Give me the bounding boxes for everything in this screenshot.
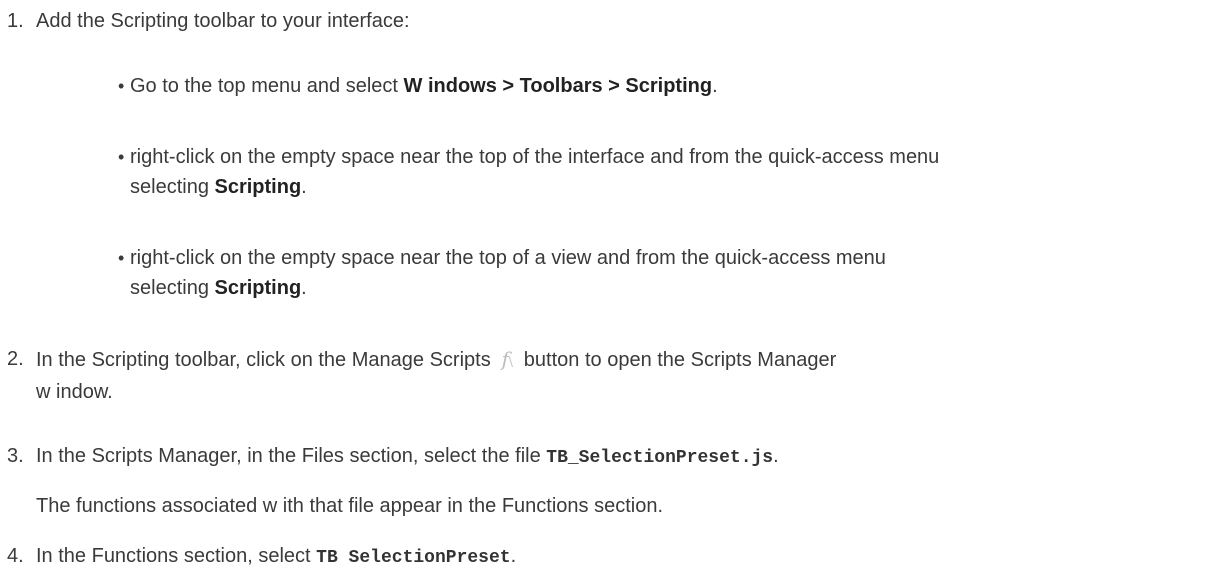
- step-number: 4.: [7, 545, 24, 567]
- menu-item-scripting: Scripting: [214, 176, 302, 198]
- bullet-text: right-click on the empty space near the …: [130, 247, 886, 299]
- step-text: In the Scripting toolbar, click on the M…: [36, 344, 836, 407]
- step-text: In the Functions section, select TB Sele…: [36, 545, 517, 568]
- bullet-dot: •: [118, 147, 125, 167]
- menu-path: W indows > Toolbars > Scripting: [403, 75, 713, 97]
- step-number: 3.: [7, 445, 24, 467]
- bullet-text: Go to the top menu and select W indows >…: [130, 75, 718, 97]
- menu-item-scripting: Scripting: [214, 277, 302, 299]
- bullet-text: right-click on the empty space near the …: [130, 146, 940, 198]
- step-number: 2.: [7, 348, 24, 370]
- step-text: In the Scripts Manager, in the Files sec…: [36, 445, 779, 468]
- file-name: TB_SelectionPreset.js: [546, 448, 774, 468]
- function-name: TB SelectionPreset: [316, 548, 511, 568]
- note-text: The functions associated w ith that file…: [36, 495, 664, 517]
- manage-scripts-icon: f\: [501, 347, 513, 371]
- step-number: 1.: [7, 10, 24, 32]
- bullet-dot: •: [118, 248, 125, 268]
- bullet-dot: •: [118, 76, 125, 96]
- step-text: Add the Scripting toolbar to your interf…: [36, 10, 410, 32]
